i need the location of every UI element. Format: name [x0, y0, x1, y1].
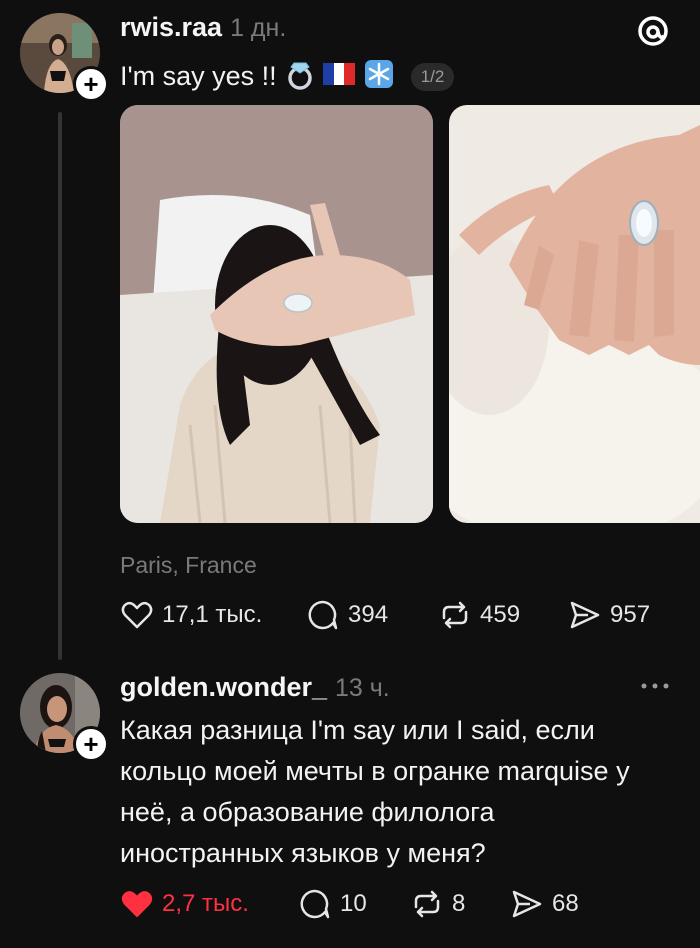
snowflake-icon [363, 58, 395, 95]
post-caption: I'm say yes !! [120, 61, 277, 91]
post-header: rwis.raa 1 дн. [120, 12, 286, 43]
reply-text-line: иностранных языков у меня? [120, 838, 486, 868]
photo-bed-selfie [120, 105, 433, 523]
reply-like-button[interactable]: 2,7 тыс. [120, 887, 249, 921]
threads-logo-icon[interactable] [636, 14, 670, 53]
reply-text-line: Какая разница I'm say или I said, если [120, 715, 595, 745]
heart-icon [121, 601, 153, 629]
post-share-button[interactable]: 957 [568, 598, 650, 632]
reply-time: 13 ч. [335, 674, 390, 702]
post-like-count: 17,1 тыс. [162, 601, 263, 628]
post-repost-button[interactable]: 459 [438, 598, 520, 632]
comment-icon [300, 889, 330, 919]
reply-text-line: кольцо моей мечты в огранке marquise у [120, 756, 630, 786]
post-share-count: 957 [610, 601, 651, 628]
reply-username[interactable]: golden.wonder_ [120, 672, 327, 703]
thread-line [58, 112, 62, 660]
image-pager-badge: 1/2 [410, 62, 455, 91]
post-image-1[interactable] [120, 105, 433, 523]
send-icon [570, 601, 600, 629]
reply-comment-button[interactable]: 10 [298, 887, 367, 921]
reply-share-button[interactable]: 68 [510, 887, 579, 921]
reply-header: golden.wonder_ 13 ч. [120, 672, 390, 703]
post-time: 1 дн. [230, 14, 287, 42]
reply-repost-count: 8 [452, 890, 466, 917]
flag-france-icon [322, 63, 355, 90]
post-location[interactable]: Paris, France [120, 552, 257, 579]
reply-text: Какая разница I'm say или I said, если к… [120, 710, 690, 874]
post-caption-row: I'm say yes !! 1/2 [120, 58, 455, 95]
reply-follow-plus-button[interactable]: + [73, 726, 109, 762]
more-options-icon[interactable] [638, 676, 672, 701]
heart-filled-icon [121, 891, 153, 917]
photo-hand-ring [449, 105, 700, 523]
reply-repost-button[interactable]: 8 [410, 887, 465, 921]
post-comment-count: 394 [348, 601, 389, 628]
reply-share-count: 68 [552, 890, 579, 917]
repost-icon [414, 890, 440, 918]
reply-comment-count: 10 [340, 890, 367, 917]
post-comment-button[interactable]: 394 [306, 598, 388, 632]
post-image-2[interactable] [449, 105, 700, 523]
send-icon [512, 890, 542, 918]
post-like-button[interactable]: 17,1 тыс. [120, 598, 262, 632]
post-username[interactable]: rwis.raa [120, 12, 222, 43]
reply-like-count: 2,7 тыс. [162, 890, 249, 917]
repost-icon [442, 601, 468, 629]
comment-icon [308, 600, 338, 630]
follow-plus-button[interactable]: + [73, 66, 109, 102]
reply-text-line: неё, а образование филолога [120, 797, 495, 827]
ring-icon [285, 58, 315, 95]
post-repost-count: 459 [480, 601, 521, 628]
